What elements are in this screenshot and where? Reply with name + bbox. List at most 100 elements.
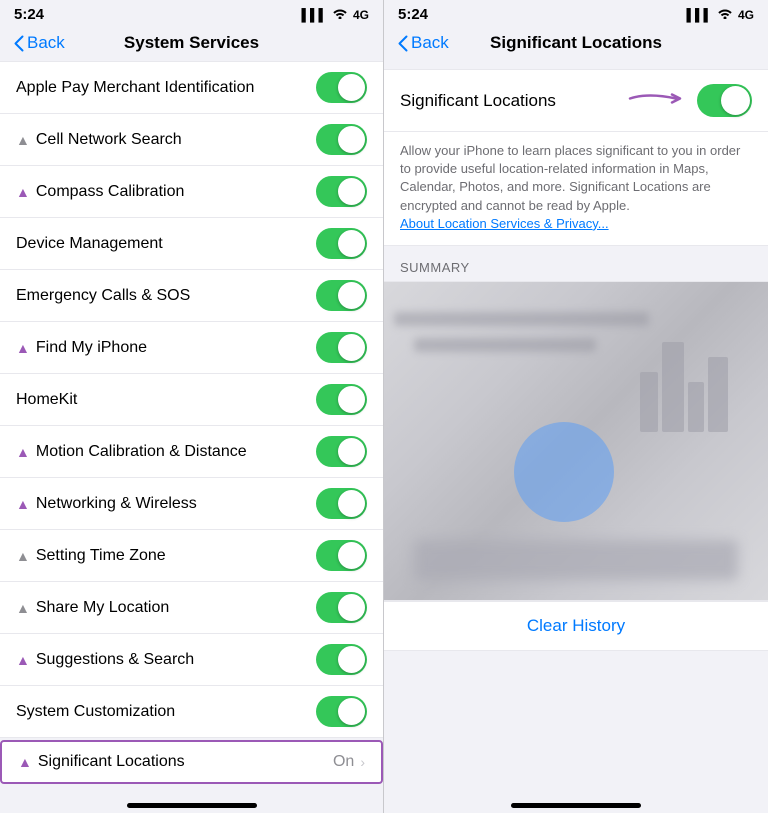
blur-row-1 <box>394 312 649 326</box>
sig-toggle-switch[interactable] <box>697 84 752 117</box>
row-left-share-loc: ▲Share My Location <box>16 599 316 617</box>
toggle-networking[interactable] <box>316 488 367 519</box>
toggle-thumb-suggestions <box>338 646 365 673</box>
sig-loc-on-text: On <box>333 753 354 771</box>
row-left-suggestions: ▲ Suggestions & Search <box>16 651 316 669</box>
toggle-suggestions[interactable] <box>316 644 367 675</box>
toggle-thumb-apple-pay <box>338 74 365 101</box>
toggle-homekit[interactable] <box>316 384 367 415</box>
row-label-time-zone: Setting Time Zone <box>36 547 166 565</box>
toggle-thumb-time-zone <box>338 542 365 569</box>
setting-row-time-zone[interactable]: ▲ Setting Time Zone <box>0 530 383 582</box>
status-bar-right: 5:24 ▌▌▌ 4G <box>384 0 768 27</box>
toggle-thumb-find-iphone <box>338 334 365 361</box>
significant-locations-row[interactable]: ▲ Significant Locations On › <box>0 740 383 784</box>
map-card <box>384 281 768 601</box>
battery-icon-right: 4G <box>738 8 754 22</box>
toggle-thumb-homekit <box>338 386 365 413</box>
toggle-sys-custom[interactable] <box>316 696 367 727</box>
back-button-right[interactable]: Back <box>398 33 449 53</box>
row-label-homekit: HomeKit <box>16 391 77 409</box>
sig-loc-left: ▲ Significant Locations <box>18 753 333 771</box>
sig-loc-label: Significant Locations <box>38 753 185 771</box>
row-label-find-iphone: Find My iPhone <box>36 339 147 357</box>
row-left-apple-pay: Apple Pay Merchant Identification <box>16 79 316 97</box>
loc-arrow-icon-cell-network: ▲ <box>16 132 30 148</box>
scroll-area-left[interactable]: Apple Pay Merchant Identification ▲Cell N… <box>0 61 383 791</box>
toggle-device-mgmt[interactable] <box>316 228 367 259</box>
row-right-cell-network <box>316 124 367 155</box>
row-right-sys-custom <box>316 696 367 727</box>
setting-row-sys-custom[interactable]: System Customization <box>0 686 383 738</box>
privacy-link[interactable]: About Location Services & Privacy... <box>400 216 609 231</box>
setting-row-cell-network[interactable]: ▲Cell Network Search <box>0 114 383 166</box>
row-right-share-loc <box>316 592 367 623</box>
setting-row-apple-pay[interactable]: Apple Pay Merchant Identification <box>0 61 383 114</box>
toggle-thumb <box>721 86 750 115</box>
row-right-motion-cal <box>316 436 367 467</box>
toggle-time-zone[interactable] <box>316 540 367 571</box>
loc-arrow-icon-find-iphone: ▲ <box>16 340 30 356</box>
right-scroll-area[interactable]: Significant Locations Allow your iPhone … <box>384 61 768 791</box>
toggle-share-loc[interactable] <box>316 592 367 623</box>
sig-toggle-card: Significant Locations <box>384 69 768 132</box>
home-indicator-right <box>384 791 768 813</box>
toggle-thumb-sys-custom <box>338 698 365 725</box>
toggle-thumb-motion-cal <box>338 438 365 465</box>
purple-arrow-annotation <box>628 88 688 113</box>
loc-arrow-icon-time-zone: ▲ <box>16 548 30 564</box>
row-left-networking: ▲ Networking & Wireless <box>16 495 316 513</box>
back-button-left[interactable]: Back <box>14 33 65 53</box>
back-label-right: Back <box>411 33 449 53</box>
description-card: Allow your iPhone to learn places signif… <box>384 132 768 246</box>
toggle-thumb-cell-network <box>338 126 365 153</box>
page-title-left: System Services <box>124 33 259 53</box>
battery-icon: 4G <box>353 8 369 22</box>
setting-row-homekit[interactable]: HomeKit <box>0 374 383 426</box>
nav-bar-right: Back Significant Locations <box>384 27 768 61</box>
toggle-emergency[interactable] <box>316 280 367 311</box>
loc-arrow-icon-motion-cal: ▲ <box>16 444 30 460</box>
toggle-thumb-compass-cal <box>338 178 365 205</box>
toggle-compass-cal[interactable] <box>316 176 367 207</box>
toggle-apple-pay[interactable] <box>316 72 367 103</box>
setting-row-motion-cal[interactable]: ▲ Motion Calibration & Distance <box>0 426 383 478</box>
setting-row-share-loc[interactable]: ▲Share My Location <box>0 582 383 634</box>
building-1 <box>640 372 658 432</box>
row-label-networking: Networking & Wireless <box>36 495 197 513</box>
loc-arrow-icon-suggestions: ▲ <box>16 652 30 668</box>
building-2 <box>662 342 684 432</box>
right-panel: 5:24 ▌▌▌ 4G Back Significant Locations S… <box>384 0 768 813</box>
blur-row-2 <box>414 338 596 352</box>
sig-loc-chevron-icon: › <box>360 754 365 770</box>
toggle-cell-network[interactable] <box>316 124 367 155</box>
row-left-motion-cal: ▲ Motion Calibration & Distance <box>16 443 316 461</box>
row-label-share-loc: Share My Location <box>36 599 169 617</box>
description-text: Allow your iPhone to learn places signif… <box>400 142 752 215</box>
sig-toggle-label: Significant Locations <box>400 91 556 111</box>
home-bar-left <box>127 803 257 808</box>
setting-row-networking[interactable]: ▲ Networking & Wireless <box>0 478 383 530</box>
row-label-suggestions: Suggestions & Search <box>36 651 194 669</box>
sig-loc-right: On › <box>333 753 365 771</box>
row-left-homekit: HomeKit <box>16 391 316 409</box>
row-label-emergency: Emergency Calls & SOS <box>16 287 190 305</box>
toggle-find-iphone[interactable] <box>316 332 367 363</box>
row-label-motion-cal: Motion Calibration & Distance <box>36 443 247 461</box>
wifi-icon <box>332 7 348 22</box>
toggle-motion-cal[interactable] <box>316 436 367 467</box>
toggle-thumb-networking <box>338 490 365 517</box>
setting-row-find-iphone[interactable]: ▲ Find My iPhone <box>0 322 383 374</box>
setting-row-suggestions[interactable]: ▲ Suggestions & Search <box>0 634 383 686</box>
wifi-icon-right <box>717 7 733 22</box>
clear-history-button[interactable]: Clear History <box>384 601 768 651</box>
row-right-device-mgmt <box>316 228 367 259</box>
back-label-left: Back <box>27 33 65 53</box>
page-title-right: Significant Locations <box>490 33 662 53</box>
row-left-find-iphone: ▲ Find My iPhone <box>16 339 316 357</box>
setting-row-emergency[interactable]: Emergency Calls & SOS <box>0 270 383 322</box>
clear-history-label: Clear History <box>527 616 625 635</box>
setting-row-device-mgmt[interactable]: Device Management <box>0 218 383 270</box>
loc-arrow-icon-networking: ▲ <box>16 496 30 512</box>
setting-row-compass-cal[interactable]: ▲Compass Calibration <box>0 166 383 218</box>
